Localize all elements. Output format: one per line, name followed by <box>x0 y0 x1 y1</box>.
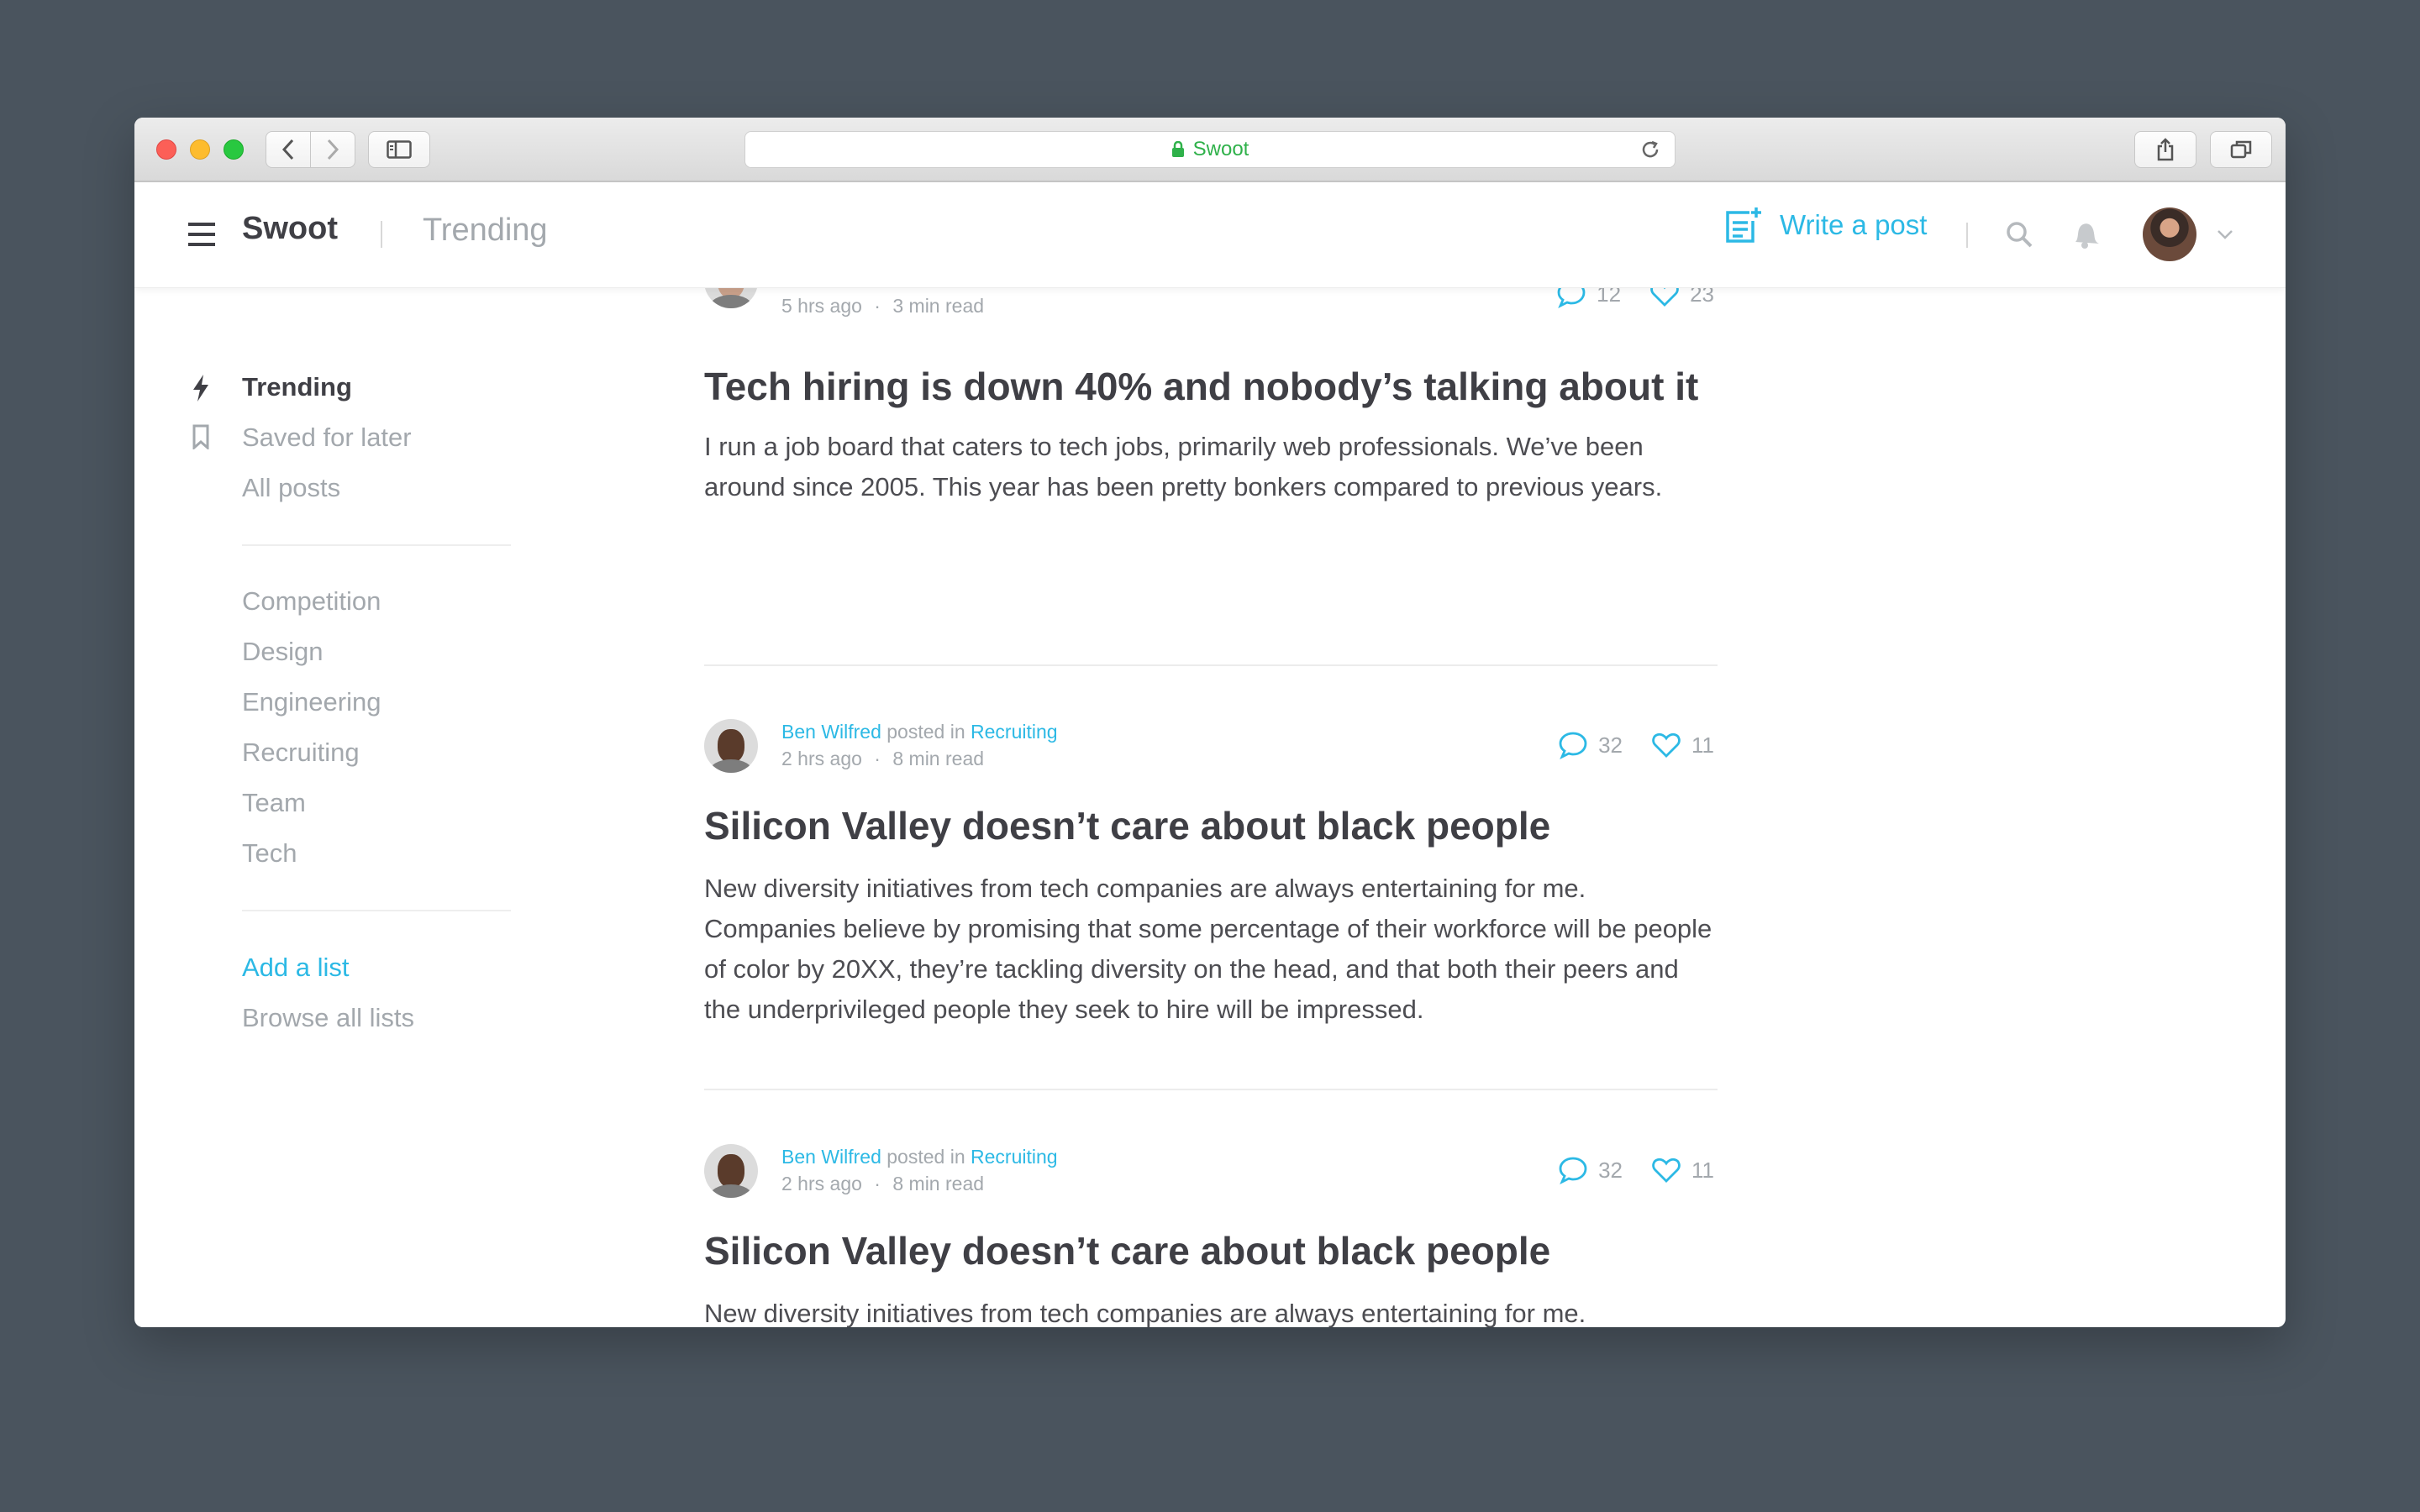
author-avatar[interactable] <box>704 288 758 308</box>
meta-separator: · <box>874 1173 881 1194</box>
compose-icon <box>1726 207 1761 243</box>
author-avatar[interactable] <box>704 1144 758 1198</box>
chevron-right-icon <box>327 139 339 160</box>
like-count: 23 <box>1690 288 1714 307</box>
post-read-time: 8 min read <box>892 748 985 769</box>
posted-in-text: posted in <box>886 721 965 743</box>
post-time: 2 hrs ago <box>781 748 862 769</box>
post-title[interactable]: Silicon Valley doesn’t care about black … <box>704 803 1550 848</box>
post-byline: Ben Wilfred posted in Recruiting <box>781 721 1058 743</box>
write-post-label: Write a post <box>1780 209 1928 240</box>
zoom-window-button[interactable] <box>224 139 244 160</box>
share-icon <box>2157 138 2174 161</box>
meta-separator: · <box>874 295 881 317</box>
app-header: Swoot Trending Write a post <box>134 182 2286 288</box>
hamburger-menu-icon[interactable] <box>188 222 215 247</box>
post-excerpt: I run a job board that caters to tech jo… <box>704 432 1663 501</box>
post-meta: 5 hrs ago · 3 min read <box>781 295 984 318</box>
back-button[interactable] <box>266 131 311 168</box>
post-read-time: 8 min read <box>892 1173 985 1194</box>
comments-button[interactable]: 32 <box>1558 1156 1623 1184</box>
comment-count: 12 <box>1597 288 1622 307</box>
brand-logo[interactable]: Swoot <box>242 211 338 247</box>
browser-toolbar: Swoot <box>134 118 2286 182</box>
post-stats: 32 11 <box>1558 1156 1714 1184</box>
post-read-time: 3 min read <box>892 295 985 317</box>
forward-button[interactable] <box>310 131 355 168</box>
url-text: Swoot <box>1192 138 1249 160</box>
comment-bubble-icon <box>1559 1157 1587 1184</box>
like-button[interactable]: 23 <box>1649 288 1714 307</box>
author-link[interactable]: Ben Wilfred <box>781 721 881 743</box>
post-divider <box>704 664 1718 666</box>
heart-icon <box>1652 1158 1681 1183</box>
comment-count: 32 <box>1598 1157 1623 1183</box>
post-card: 5 hrs ago · 3 min read 12 23 Tech hiring… <box>704 288 1718 666</box>
tabs-icon <box>2230 140 2252 159</box>
reload-icon[interactable] <box>1639 139 1661 160</box>
heart-icon <box>1650 288 1679 307</box>
like-button[interactable]: 11 <box>1651 1157 1714 1184</box>
like-button[interactable]: 11 <box>1651 732 1714 759</box>
share-button[interactable] <box>2134 131 2196 168</box>
post-stats: 12 23 <box>1556 288 1714 308</box>
post-byline: Ben Wilfred posted in Recruiting <box>781 1146 1058 1168</box>
chevron-down-icon[interactable] <box>2217 229 2233 241</box>
minimize-window-button[interactable] <box>190 139 210 160</box>
sidebar-icon <box>387 140 412 159</box>
comment-bubble-icon <box>1557 288 1586 308</box>
comment-bubble-icon <box>1559 732 1587 759</box>
like-count: 11 <box>1691 732 1714 758</box>
comment-count: 32 <box>1598 732 1623 758</box>
post-time: 2 hrs ago <box>781 1173 862 1194</box>
like-count: 11 <box>1691 1157 1714 1183</box>
post-divider <box>704 1089 1718 1090</box>
post-card: Ben Wilfred posted in Recruiting 2 hrs a… <box>704 1144 1718 1327</box>
heart-icon <box>1652 732 1681 758</box>
header-divider <box>381 221 382 248</box>
posted-in-text: posted in <box>886 1146 965 1168</box>
post-excerpt: New diversity initiatives from tech comp… <box>704 874 1712 1024</box>
meta-separator: · <box>874 748 881 769</box>
tabs-overview-button[interactable] <box>2210 131 2272 168</box>
author-avatar[interactable] <box>704 719 758 773</box>
post-meta: 2 hrs ago · 8 min read <box>781 748 984 770</box>
category-link[interactable]: Recruiting <box>971 721 1058 743</box>
post-title[interactable]: Tech hiring is down 40% and nobody’s tal… <box>704 364 1698 409</box>
comments-button[interactable]: 32 <box>1558 731 1623 759</box>
author-link[interactable]: Ben Wilfred <box>781 1146 881 1168</box>
page-title: Trending <box>423 213 548 248</box>
header-divider-2 <box>1966 223 1968 248</box>
sidebar-toggle-button[interactable] <box>368 131 430 168</box>
close-window-button[interactable] <box>156 139 176 160</box>
write-post-button[interactable]: Write a post <box>1724 206 1927 244</box>
post-feed: 5 hrs ago · 3 min read 12 23 Tech hiring… <box>134 288 2286 1327</box>
user-avatar[interactable] <box>2143 207 2196 261</box>
post-stats: 32 11 <box>1558 731 1714 759</box>
browser-window: Swoot Swoot Trending Write a post Trendi… <box>134 118 2286 1327</box>
post-card: Ben Wilfred posted in Recruiting 2 hrs a… <box>704 719 1718 1122</box>
chevron-left-icon <box>281 139 294 160</box>
post-excerpt: New diversity initiatives from tech comp… <box>704 1299 1586 1327</box>
lock-icon <box>1171 141 1184 157</box>
post-time: 5 hrs ago <box>781 295 862 317</box>
post-meta: 2 hrs ago · 8 min read <box>781 1173 984 1195</box>
category-link[interactable]: Recruiting <box>971 1146 1058 1168</box>
notifications-bell-icon[interactable] <box>2070 218 2101 250</box>
search-icon[interactable] <box>2005 220 2033 249</box>
address-bar[interactable]: Swoot <box>744 131 1676 168</box>
comments-button[interactable]: 12 <box>1556 288 1621 308</box>
post-title[interactable]: Silicon Valley doesn’t care about black … <box>704 1228 1550 1273</box>
